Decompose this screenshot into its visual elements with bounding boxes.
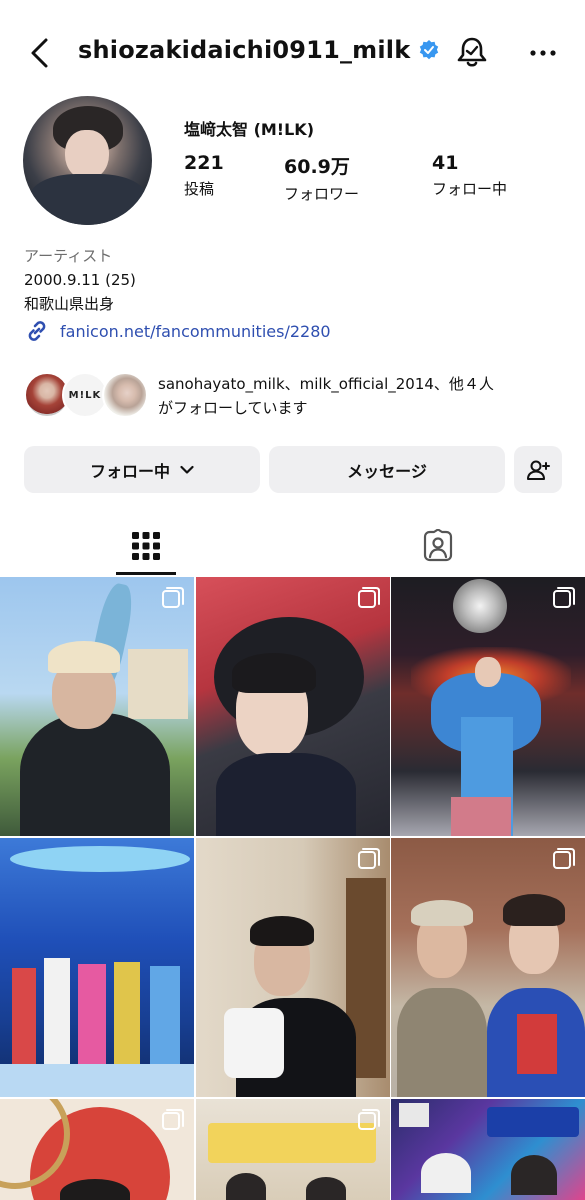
multi-photo-icon <box>358 587 380 608</box>
message-button[interactable]: メッセージ <box>269 446 505 493</box>
follower-avatar-3 <box>102 372 148 418</box>
profile-link[interactable]: fanicon.net/fancommunities/2280 <box>24 318 331 344</box>
post-tile-2[interactable] <box>196 577 390 836</box>
followed-by-text: sanohayato_milk、milk_official_2014、他４人 が… <box>158 372 585 420</box>
tagged-person-icon <box>423 529 453 562</box>
display-name: 塩﨑太智 (M!LK) <box>184 120 315 139</box>
more-icon[interactable] <box>528 38 558 68</box>
post-tile-3[interactable] <box>391 577 585 836</box>
link-icon <box>28 321 46 341</box>
posts-grid <box>0 577 585 1200</box>
stat-following-value: 41 <box>432 152 459 174</box>
multi-photo-icon <box>358 1109 380 1130</box>
post-tile-6[interactable] <box>391 838 585 1097</box>
stat-followers-value: 60.9万 <box>284 156 350 178</box>
link-text[interactable]: fanicon.net/fancommunities/2280 <box>60 322 331 341</box>
followed-by-line-1: sanohayato_milk、milk_official_2014、他４人 <box>158 375 494 393</box>
bio-line-hometown: 和歌山県出身 <box>24 295 115 313</box>
post-tile-5[interactable] <box>196 838 390 1097</box>
following-button-label: フォロー中 <box>89 461 170 481</box>
stat-posts-label: 投稿 <box>184 180 215 198</box>
active-tab-indicator <box>116 572 176 575</box>
avatar-face <box>65 130 109 180</box>
username: shiozakidaichi0911_milk <box>78 36 411 64</box>
post-tile-8[interactable] <box>196 1099 390 1200</box>
stat-posts-value: 221 <box>184 152 224 174</box>
stat-following[interactable]: 41 フォロー中 <box>432 152 507 199</box>
tab-posts-grid[interactable] <box>0 516 292 576</box>
bio-category: アーティスト <box>24 247 113 265</box>
profile-tabs <box>0 516 585 576</box>
add-user-button[interactable] <box>514 446 562 493</box>
message-button-label: メッセージ <box>347 461 427 481</box>
follower-logo-text: M!LK <box>68 389 102 401</box>
verified-badge-icon <box>420 40 439 60</box>
back-arrow-icon[interactable] <box>26 36 56 70</box>
stat-following-label: フォロー中 <box>432 180 508 198</box>
multi-photo-icon <box>162 587 184 608</box>
following-button[interactable]: フォロー中 <box>24 446 260 493</box>
stat-followers[interactable]: 60.9万 フォロワー <box>284 152 359 204</box>
tab-tagged[interactable] <box>292 516 584 576</box>
bell-icon[interactable] <box>454 34 490 70</box>
bio: アーティスト 2000.9.11 (25) 和歌山県出身 <box>24 244 136 316</box>
multi-photo-icon <box>162 1109 184 1130</box>
post-tile-7[interactable] <box>0 1099 194 1200</box>
grid-icon <box>132 532 160 560</box>
stat-followers-label: フォロワー <box>284 185 360 203</box>
username-container: shiozakidaichi0911_milk <box>78 36 439 64</box>
top-bar: shiozakidaichi0911_milk <box>0 0 585 100</box>
post-tile-9[interactable] <box>391 1099 585 1200</box>
avatar-jacket <box>29 174 147 225</box>
multi-photo-icon <box>553 848 575 869</box>
multi-photo-icon <box>553 587 575 608</box>
profile-avatar[interactable] <box>23 96 152 225</box>
stat-posts[interactable]: 221 投稿 <box>184 152 224 199</box>
chevron-down-icon <box>180 465 194 474</box>
post-tile-1[interactable] <box>0 577 194 836</box>
multi-photo-icon <box>358 848 380 869</box>
add-user-icon <box>527 460 550 480</box>
bio-line-birthday: 2000.9.11 (25) <box>24 271 136 289</box>
post-tile-4[interactable] <box>0 838 194 1097</box>
followed-by-line-2: がフォローしています <box>158 399 308 417</box>
